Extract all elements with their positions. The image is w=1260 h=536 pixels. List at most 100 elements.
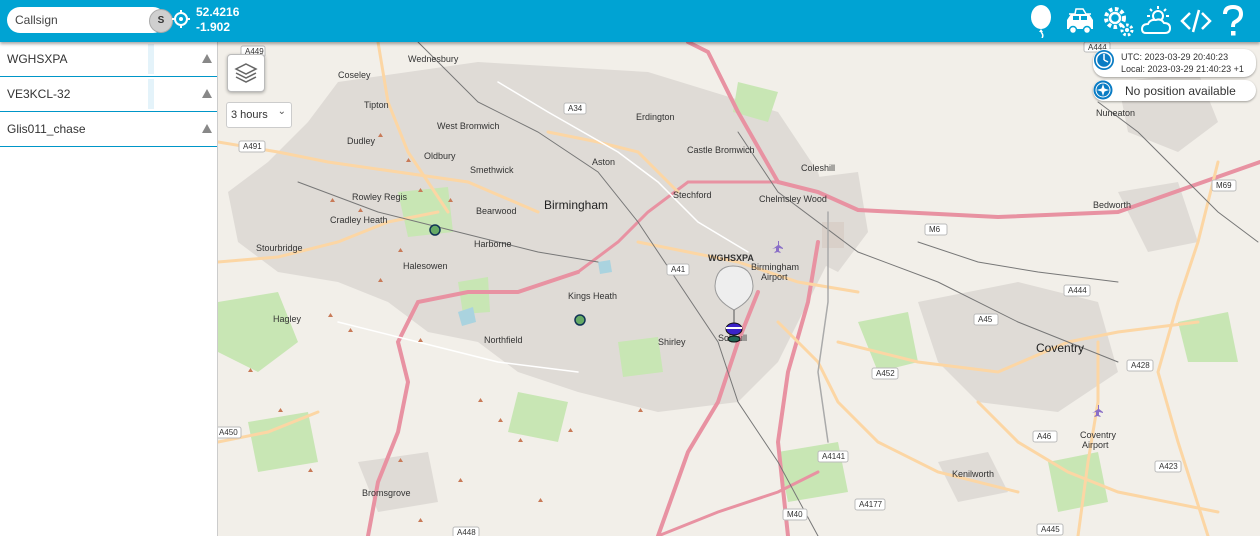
place-label: Erdington	[636, 112, 675, 122]
clock-icon	[1094, 50, 1114, 70]
search-button[interactable]: S	[149, 9, 173, 33]
weather-icon[interactable]	[1140, 4, 1174, 38]
place-label: Coseley	[338, 70, 371, 80]
vehicle-item[interactable]: VE3KCL-32	[0, 77, 217, 112]
place-label: Bearwood	[476, 206, 517, 216]
sewage-works	[822, 222, 844, 248]
svg-text:A428: A428	[1131, 361, 1150, 370]
place-label: Aston	[592, 157, 615, 167]
airport-label: Airport	[761, 272, 788, 282]
road-shield: A452	[871, 367, 899, 380]
place-label: Rowley Regis	[352, 192, 408, 202]
vehicle-callsign: WGHSXPA	[7, 52, 68, 66]
map-view[interactable]: Wednesbury Coseley Tipton West Bromwich …	[218, 42, 1260, 536]
longitude-value: -1.902	[196, 20, 231, 34]
svg-text:A45: A45	[978, 315, 993, 324]
place-label: Stechford	[673, 190, 712, 200]
place-label: Dudley	[347, 136, 376, 146]
svg-text:A491: A491	[243, 142, 262, 151]
history-duration-select[interactable]: 3 hours ⌄	[226, 102, 292, 128]
embed-code-icon[interactable]	[1180, 4, 1212, 38]
road-shield: A450	[218, 426, 242, 439]
balloon-icon[interactable]	[1028, 4, 1056, 38]
collapse-arrow-icon[interactable]	[202, 54, 212, 63]
local-time: Local: 2023-03-29 21:40:23 +1	[1121, 64, 1244, 74]
svg-text:A34: A34	[568, 104, 583, 113]
chevron-down-icon: ⌄	[277, 106, 286, 117]
vehicle-item[interactable]: WGHSXPA	[0, 42, 217, 77]
svg-text:A4141: A4141	[822, 452, 846, 461]
place-label: Cradley Heath	[330, 215, 388, 225]
svg-text:A452: A452	[876, 369, 895, 378]
place-label: Harborne	[474, 239, 512, 249]
vehicle-list-sidebar: WGHSXPA VE3KCL-32 Glis011_chase	[0, 42, 218, 536]
layers-icon	[234, 63, 258, 83]
road-shield: A448	[452, 526, 480, 536]
callsign-search: S	[7, 7, 173, 33]
compass-icon	[1093, 80, 1113, 100]
svg-text:M6: M6	[929, 225, 941, 234]
road-shield: A45	[973, 313, 999, 326]
position-status: No position available	[1093, 80, 1256, 101]
place-label: Wednesbury	[408, 54, 459, 64]
place-label: Northfield	[484, 335, 523, 345]
vehicle-item[interactable]: Glis011_chase	[0, 112, 217, 147]
place-label: Coventry	[1036, 341, 1084, 355]
road-shield: A491	[238, 140, 266, 153]
place-label: Kings Heath	[568, 291, 617, 301]
airport-label: Airport	[1082, 440, 1109, 450]
place-label: Hagley	[273, 314, 302, 324]
car-icon[interactable]	[1064, 4, 1096, 38]
place-label: Coleshill	[801, 163, 835, 173]
map-canvas[interactable]: Wednesbury Coseley Tipton West Bromwich …	[218, 42, 1260, 536]
layers-button[interactable]	[227, 54, 265, 92]
road-shield: A444	[1063, 284, 1091, 297]
place-label: Castle Bromwich	[687, 145, 755, 155]
vehicle-color-bar	[148, 44, 154, 74]
place-label: Oldbury	[424, 151, 456, 161]
top-toolbar: S 52.4216 -1.902	[0, 0, 1260, 42]
svg-text:A423: A423	[1159, 462, 1178, 471]
svg-text:A4177: A4177	[859, 500, 883, 509]
road-shield: M6	[924, 223, 948, 236]
vehicle-callsign: Glis011_chase	[7, 122, 86, 136]
balloon-callsign-label: WGHSXPA	[708, 253, 754, 263]
latitude-value: 52.4216	[196, 5, 240, 19]
collapse-arrow-icon[interactable]	[202, 89, 212, 98]
place-label: Bromsgrove	[362, 488, 411, 498]
road-shield: A4141	[817, 450, 849, 463]
svg-text:A445: A445	[1041, 525, 1060, 534]
utc-time: UTC: 2023-03-29 20:40:23	[1121, 52, 1229, 62]
road-shield: A41	[666, 263, 690, 276]
place-label: West Bromwich	[437, 121, 499, 131]
settings-icon[interactable]	[1102, 4, 1134, 38]
crosshair-locate-icon[interactable]	[172, 10, 190, 28]
place-label: Tipton	[364, 100, 389, 110]
callsign-search-input[interactable]	[15, 10, 143, 30]
position-status-text: No position available	[1125, 84, 1236, 98]
place-label: Nuneaton	[1096, 108, 1135, 118]
svg-text:A448: A448	[457, 528, 476, 536]
svg-text:A444: A444	[1068, 286, 1087, 295]
place-label: Kenilworth	[952, 469, 994, 479]
vehicle-callsign: VE3KCL-32	[7, 87, 71, 101]
place-label: Birmingham	[544, 198, 608, 212]
svg-text:M69: M69	[1216, 181, 1232, 190]
airport-label: Coventry	[1080, 430, 1117, 440]
time-display: UTC: 2023-03-29 20:40:23 Local: 2023-03-…	[1093, 49, 1256, 77]
coordinates-readout: 52.4216 -1.902	[196, 5, 239, 35]
place-label: Shirley	[658, 337, 686, 347]
road-shield: A423	[1154, 460, 1182, 473]
place-label: Smethwick	[470, 165, 514, 175]
airport-label: Birmingham	[751, 262, 799, 272]
road-shield: A428	[1126, 359, 1154, 372]
road-shield: A34	[563, 102, 587, 115]
history-duration-value: 3 hours	[231, 109, 268, 121]
svg-text:A41: A41	[671, 265, 686, 274]
road-shield: A46	[1032, 430, 1058, 443]
road-shield: M40	[782, 508, 808, 521]
collapse-arrow-icon[interactable]	[202, 124, 212, 133]
help-icon[interactable]	[1220, 4, 1246, 38]
vehicle-color-bar	[148, 79, 154, 109]
place-label: Bedworth	[1093, 200, 1131, 210]
